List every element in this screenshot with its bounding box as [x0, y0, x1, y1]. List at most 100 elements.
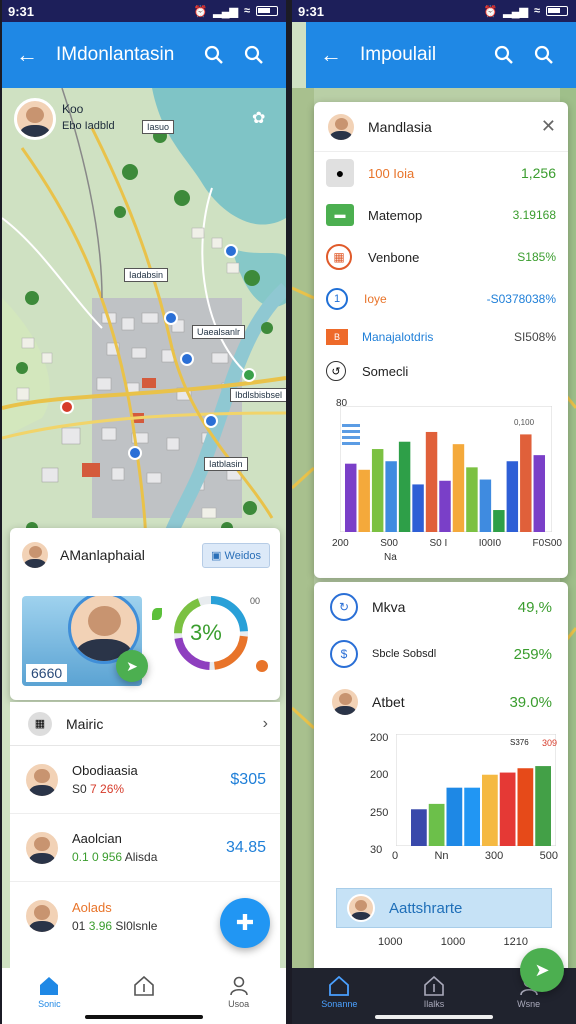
profile-icon	[229, 976, 248, 996]
panel-title: Mandlasia	[368, 118, 432, 135]
back-arrow-icon[interactable]: ←	[320, 42, 350, 68]
add-fab-button[interactable]: ✚	[220, 898, 270, 948]
map-pin-icon[interactable]	[60, 400, 74, 414]
panel-item-value: S185%	[517, 250, 556, 264]
x-tick-label: F0S00	[532, 538, 562, 549]
chart-bar	[535, 766, 551, 846]
wifi-icon: ≈	[243, 5, 250, 17]
close-icon[interactable]: ✕	[541, 116, 556, 137]
map-pin-icon[interactable]	[224, 244, 238, 258]
nav-upload[interactable]: Ilalks	[399, 976, 469, 1009]
chart-bar	[385, 461, 397, 532]
map-pin-icon[interactable]	[128, 446, 142, 460]
avatar	[326, 111, 356, 142]
metric-row[interactable]: ↻ Mkva 49,%	[314, 584, 568, 630]
battery-icon	[546, 6, 568, 16]
avatar	[347, 894, 375, 922]
x-tick-label: Nn	[434, 850, 449, 862]
metric-row[interactable]: $ Sbcle Sobsdl 259%	[314, 630, 568, 678]
shield-icon: ▣	[211, 549, 222, 562]
map-pin-icon[interactable]	[180, 352, 194, 366]
chevron-right-icon[interactable]: ›	[263, 715, 268, 733]
chart-bar	[358, 469, 370, 532]
back-arrow-icon[interactable]: ←	[16, 42, 46, 68]
chart-bar	[466, 467, 478, 532]
search-icon[interactable]	[234, 45, 274, 65]
avatar	[24, 898, 60, 934]
status-time: 9:31	[298, 3, 325, 19]
x-tick-label: 0	[392, 850, 399, 862]
upload-icon	[134, 976, 154, 996]
nav-upload[interactable]	[109, 976, 179, 999]
search-icon[interactable]	[194, 45, 234, 65]
list-item[interactable]: B Manajalotdris SI508%	[314, 320, 568, 354]
map-pin-icon[interactable]	[204, 414, 218, 428]
send-fab-button[interactable]: ➤	[520, 948, 564, 992]
search-icon[interactable]	[524, 45, 564, 65]
map-label: Ibdlsbisbsel	[230, 388, 286, 402]
nav-upload-label: Ilalks	[423, 999, 445, 1009]
nav-home[interactable]: Sonanne	[304, 976, 374, 1009]
list-item[interactable]: ▬ Matemop 3.19168	[314, 194, 568, 236]
list-item[interactable]: ▦ Venbone S185%	[314, 236, 568, 278]
details-panel: Mandlasia ✕ ● 100 Ioia 1,256 ▬ Matemop 3…	[314, 102, 568, 578]
metric-value: 259%	[513, 645, 552, 663]
chart-bar	[533, 455, 545, 532]
list-item-sub-c: Sl0lsnle	[115, 918, 158, 933]
metric-value: 39.0%	[509, 693, 552, 711]
nav-home[interactable]: Sonic	[14, 976, 84, 1009]
metric-row[interactable]: Atbet 39.0%	[314, 678, 568, 726]
section-header[interactable]: ▦ Mairic ›	[10, 702, 280, 746]
axis-label: 1000	[378, 936, 403, 948]
list-item[interactable]: Obodiaasia S0 7 26% $305	[10, 746, 280, 814]
summary-card: AManlaphaial ▣ Weidos 6660 ➤ 3% 00	[10, 528, 280, 700]
wifi-icon: ≈	[533, 5, 540, 17]
list-item[interactable]: ● 100 Ioia 1,256	[314, 152, 568, 194]
status-time: 9:31	[8, 3, 35, 19]
view-chip-button[interactable]: ▣ Weidos	[202, 542, 270, 568]
gauge-side-label: 00	[250, 596, 261, 606]
panel-item-value: 3.19168	[512, 208, 556, 222]
nav-home-label: Sonanne	[321, 999, 358, 1009]
app-bar: ← Impoulail	[306, 22, 576, 88]
chart-bar	[506, 461, 519, 532]
list-item[interactable]: Aaolcian 0.1 0 956 Alisda 34.85	[10, 814, 280, 882]
metrics-panel: ↻ Mkva 49,% $ Sbcle Sobsdl 259% Atbet 39…	[314, 582, 568, 974]
section-title: Mairic	[66, 715, 104, 732]
home-indicator	[375, 1015, 493, 1019]
home-indicator	[85, 1015, 203, 1019]
home-icon	[40, 977, 59, 995]
action-banner[interactable]: Aattshrarte	[336, 888, 552, 928]
search-icon[interactable]	[484, 45, 524, 65]
app-bar-title: IMdonlantasin	[56, 44, 175, 65]
nav-profile[interactable]: Usoa	[204, 976, 274, 1009]
status-bar: 9:31 ⏰ ▂▄▆ ≈	[292, 0, 576, 22]
list-item-value: $305	[230, 770, 266, 788]
map-profile-name: Koo	[62, 102, 84, 116]
photo-stat: 6660	[26, 664, 68, 682]
card-icon: ▬	[326, 204, 354, 226]
phone-right: 9:31 ⏰ ▂▄▆ ≈ ← Impoulail Mandlasia ✕ ● 1…	[292, 0, 576, 1024]
nav-home-label: Sonic	[38, 999, 61, 1009]
map-pin-icon[interactable]	[164, 311, 178, 325]
upload-icon	[424, 976, 444, 996]
list-item[interactable]: 1 Ioye -S0378038%	[314, 278, 568, 320]
metric-label: Mkva	[372, 599, 406, 615]
status-icons: ⏰ ▂▄▆ ≈	[484, 5, 568, 18]
battery-icon	[256, 6, 278, 16]
chart-bar	[499, 772, 516, 846]
avatar[interactable]	[20, 540, 50, 570]
panel-item-value: SI508%	[513, 330, 556, 344]
flash-icon	[256, 660, 268, 672]
map-label: Iadabsin	[124, 268, 169, 282]
list-item[interactable]: ↺ Somecli	[314, 354, 568, 388]
map-pin-icon[interactable]	[242, 368, 256, 382]
avatar[interactable]	[14, 98, 56, 140]
leaf-icon: ✿	[252, 110, 266, 127]
chart-bar	[452, 444, 465, 532]
send-icon[interactable]: ➤	[116, 650, 148, 682]
list-item-sub: 01	[72, 918, 86, 933]
bar-chart-2	[396, 734, 556, 846]
dollar-icon: $	[330, 640, 358, 668]
info-icon: 1	[326, 288, 348, 310]
